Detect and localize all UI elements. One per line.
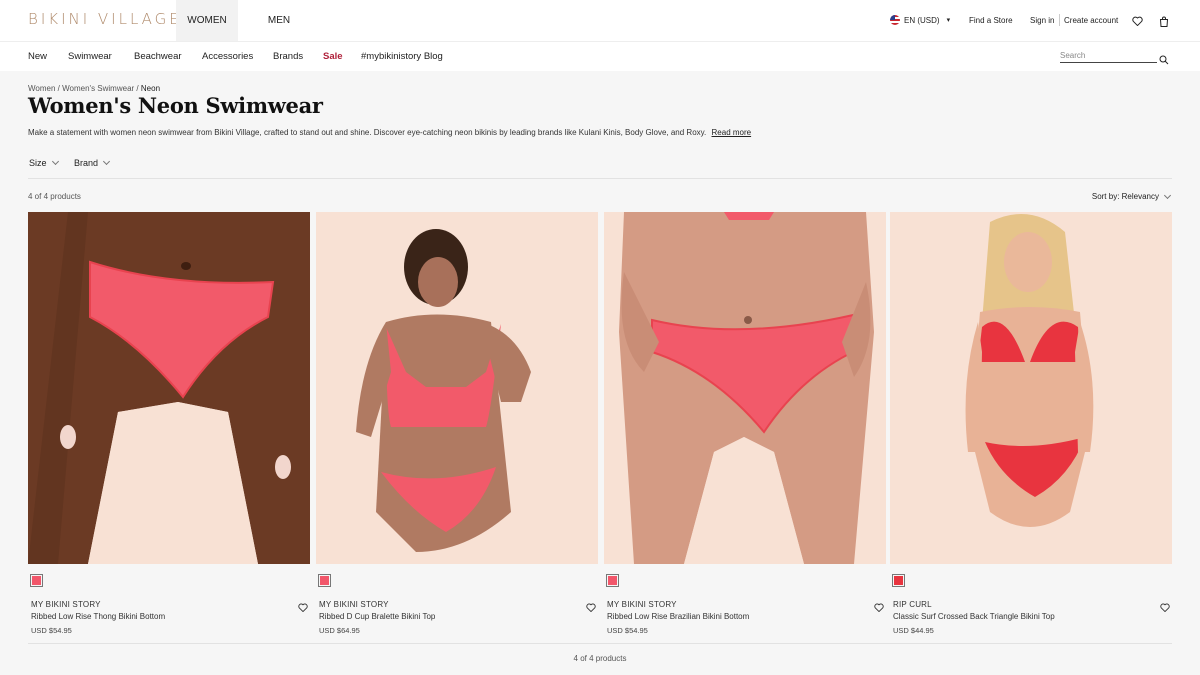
chevron-down-icon: [51, 157, 59, 166]
product-brand: MY BIKINI STORY: [319, 600, 389, 609]
divider: [1059, 14, 1060, 26]
color-swatch[interactable]: [318, 574, 331, 587]
product-image[interactable]: [604, 212, 886, 564]
product-image[interactable]: [890, 212, 1172, 564]
nav-item-swimwear[interactable]: Swimwear: [68, 51, 112, 62]
bag-icon[interactable]: [1157, 14, 1171, 28]
product-brand: MY BIKINI STORY: [607, 600, 677, 609]
language-label: EN (USD): [904, 15, 940, 25]
swatch-fill: [894, 576, 903, 585]
product-price: USD $54.95: [607, 626, 648, 635]
product-brand: MY BIKINI STORY: [31, 600, 101, 609]
color-swatch[interactable]: [30, 574, 43, 587]
divider: [28, 643, 1172, 644]
swatch-fill: [32, 576, 41, 585]
filter-label: Brand: [74, 158, 99, 168]
breadcrumb-separator: /: [57, 84, 60, 93]
main-nav: New Swimwear Beachwear Accessories Brand…: [0, 41, 1200, 71]
sign-in-link[interactable]: Sign in: [1030, 16, 1054, 25]
product-name[interactable]: Ribbed Low Rise Brazilian Bikini Bottom: [607, 612, 749, 621]
create-account-link[interactable]: Create account: [1064, 16, 1118, 25]
product-name[interactable]: Classic Surf Crossed Back Triangle Bikin…: [893, 612, 1055, 621]
sort-dropdown[interactable]: Sort by: Relevancy: [1091, 191, 1172, 201]
filter-label: Size: [29, 158, 47, 168]
product-price: USD $44.95: [893, 626, 934, 635]
wishlist-heart-icon[interactable]: [298, 599, 308, 617]
product-brand: RIP CURL: [893, 600, 932, 609]
flag-us-icon: [890, 15, 900, 25]
filter-bar: Size Brand: [28, 157, 1172, 179]
product-count: 4 of 4 products: [28, 192, 81, 201]
product-card: MY BIKINI STORY Ribbed D Cup Bralette Bi…: [316, 212, 598, 642]
nav-item-accessories[interactable]: Accessories: [202, 51, 253, 62]
filter-brand[interactable]: Brand: [74, 157, 111, 168]
wishlist-heart-icon[interactable]: [586, 599, 596, 617]
language-selector[interactable]: EN (USD) ▾: [890, 15, 950, 25]
nav-item-blog[interactable]: #mybikinistory Blog: [361, 51, 443, 62]
nav-item-brands[interactable]: Brands: [273, 51, 303, 62]
nav-item-new[interactable]: New: [28, 51, 47, 62]
product-name[interactable]: Ribbed D Cup Bralette Bikini Top: [319, 612, 435, 621]
product-card: MY BIKINI STORY Ribbed Low Rise Thong Bi…: [28, 212, 310, 642]
product-image[interactable]: [28, 212, 310, 564]
nav-item-beachwear[interactable]: Beachwear: [134, 51, 182, 62]
top-bar: BIKINI VILLAGE WOMEN MEN EN (USD) ▾ Find…: [0, 0, 1200, 41]
product-card: RIP CURL Classic Surf Crossed Back Trian…: [890, 212, 1172, 642]
logo[interactable]: BIKINI VILLAGE: [28, 10, 182, 28]
product-name[interactable]: Ribbed Low Rise Thong Bikini Bottom: [31, 612, 165, 621]
product-card: MY BIKINI STORY Ribbed Low Rise Brazilia…: [604, 212, 886, 642]
product-image[interactable]: [316, 212, 598, 564]
breadcrumb-separator: /: [136, 84, 139, 93]
breadcrumb-current: Neon: [140, 84, 161, 93]
product-price: USD $54.95: [31, 626, 72, 635]
swatch-fill: [320, 576, 329, 585]
breadcrumb-womens-swimwear[interactable]: Women's Swimwear: [62, 84, 134, 93]
swatch-fill: [608, 576, 617, 585]
search-input[interactable]: [1060, 49, 1157, 63]
tab-women[interactable]: WOMEN: [176, 0, 238, 41]
product-price: USD $64.95: [319, 626, 360, 635]
wishlist-heart-icon[interactable]: [874, 599, 884, 617]
color-swatch[interactable]: [892, 574, 905, 587]
page-title: Women's Neon Swimwear: [28, 93, 323, 118]
pagination-count: 4 of 4 products: [573, 654, 627, 663]
chevron-down-icon: [102, 157, 111, 166]
category-description: Make a statement with women neon swimwea…: [28, 128, 751, 137]
heart-icon[interactable]: [1130, 14, 1144, 28]
description-text: Make a statement with women neon swimwea…: [28, 128, 707, 137]
color-swatch[interactable]: [606, 574, 619, 587]
search-icon[interactable]: [1159, 52, 1169, 70]
nav-item-sale[interactable]: Sale: [323, 51, 343, 62]
chevron-down-icon: [1163, 191, 1172, 199]
breadcrumb: Women / Women's Swimwear / Neon: [28, 84, 160, 93]
breadcrumb-women[interactable]: Women: [28, 84, 55, 93]
sort-label: Sort by: Relevancy: [1091, 192, 1159, 201]
find-store-link[interactable]: Find a Store: [969, 16, 1013, 25]
read-more-link[interactable]: Read more: [712, 128, 752, 137]
search-box: [1060, 49, 1170, 65]
tab-men[interactable]: MEN: [258, 0, 300, 41]
caret-down-icon: ▾: [946, 17, 951, 24]
filter-size[interactable]: Size: [29, 157, 59, 168]
wishlist-heart-icon[interactable]: [1160, 599, 1170, 617]
